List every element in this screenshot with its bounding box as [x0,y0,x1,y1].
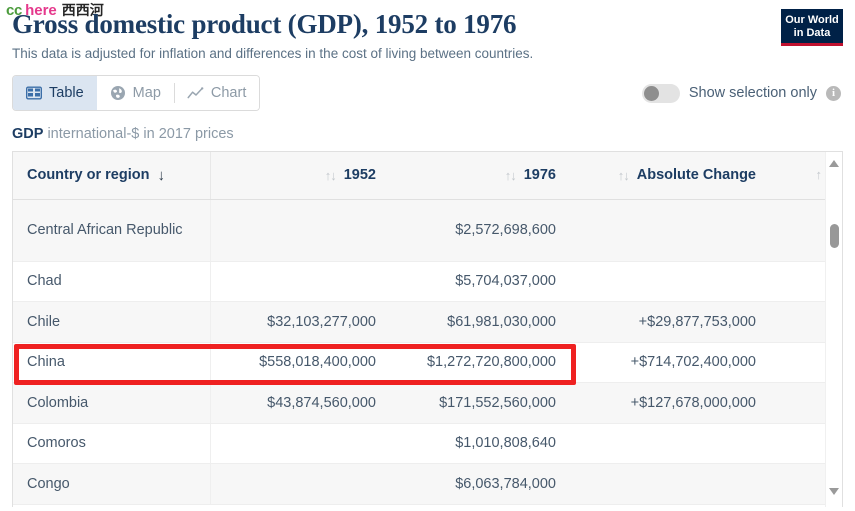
our-world-in-data-logo[interactable]: Our World in Data [781,9,843,46]
cell-1952 [210,261,390,302]
column-header-1952-label: 1952 [343,167,376,183]
sort-both-icon: ↑↓ [324,167,337,183]
cell-1976: $1,272,720,800,000 [390,342,570,383]
table-row-china[interactable]: China $558,018,400,000 $1,272,720,800,00… [13,342,842,383]
table-row[interactable]: Chile $32,103,277,000 $61,981,030,000 +$… [13,301,842,343]
unit-caption: GDP international-$ in 2017 prices [12,125,843,143]
column-header-country[interactable]: Country or region ↓ [13,152,211,200]
column-header-1952[interactable]: ↑↓ 1952 [210,152,390,200]
table-row[interactable]: Comoros $1,010,808,640 [13,423,842,464]
cell-1952: $558,018,400,000 [210,342,390,383]
table-header: Country or region ↓ ↑↓ 1952 ↑↓ 1976 ↑↓ A… [13,152,842,200]
cell-1952 [210,463,390,505]
column-header-country-label: Country or region [27,167,150,184]
toggle-knob [643,85,659,101]
watermark-cc: cc [6,2,23,19]
table-header-row: Country or region ↓ ↑↓ 1952 ↑↓ 1976 ↑↓ A… [13,152,842,200]
column-header-absolute-change-label: Absolute Change [636,167,756,183]
table-body: Central African Republic $2,572,698,600 … [13,199,842,505]
cell-1952: $43,874,560,000 [210,382,390,424]
globe-icon [110,85,126,101]
cell-absolute-change [570,261,770,302]
page-subtitle: This data is adjusted for inflation and … [12,46,534,61]
table-icon [26,85,42,101]
sort-desc-icon: ↓ [157,166,165,184]
cell-absolute-change [570,463,770,505]
cell-absolute-change: +$127,678,000,000 [570,382,770,424]
cell-1952 [210,423,390,464]
owid-grapher-page: cc here 西西河 Our World in Data Gross domest… [0,0,855,507]
watermark-cn: 西西河 [61,2,104,18]
sort-both-icon: ↑↓ [504,167,517,183]
tab-table[interactable]: Table [13,76,97,110]
tab-map[interactable]: Map [96,76,174,110]
watermark-here: here [25,2,57,19]
cell-1976: $5,704,037,000 [390,261,570,302]
cell-1976: $61,981,030,000 [390,301,570,343]
column-header-absolute-change[interactable]: ↑↓ Absolute Change [570,152,770,200]
logo-line-1: Our World [785,14,839,26]
watermark: cc here 西西河 [6,1,104,20]
scroll-down-arrow-icon[interactable] [826,483,842,499]
sort-both-icon: ↑↓ [617,167,630,183]
cell-absolute-change [570,199,770,262]
cell-1952 [210,199,390,262]
unit-text: international-$ in 2017 prices [47,126,234,142]
show-selection-only-toggle[interactable] [641,83,680,103]
table-vertical-scrollbar[interactable] [825,152,842,507]
cell-absolute-change: +$29,877,753,000 [570,301,770,343]
tab-chart-label: Chart [210,85,247,101]
cell-1976: $6,063,784,000 [390,463,570,505]
column-header-1976[interactable]: ↑↓ 1976 [390,152,570,200]
cell-country: Chad [13,261,211,302]
cell-country: Congo [13,463,211,505]
cell-1976: $1,010,808,640 [390,423,570,464]
tab-chart[interactable]: Chart [173,76,260,110]
scroll-up-arrow-icon[interactable] [826,155,842,171]
scrollbar-thumb[interactable] [830,224,839,248]
data-table: Country or region ↓ ↑↓ 1952 ↑↓ 1976 ↑↓ A… [13,152,842,505]
cell-country: Colombia [13,382,211,424]
info-icon[interactable]: i [826,85,841,101]
tab-map-label: Map [132,85,161,101]
cell-country: Central African Republic [13,199,211,262]
cell-absolute-change [570,423,770,464]
show-selection-only-control: Show selection only i [641,83,843,103]
data-table-container: Country or region ↓ ↑↓ 1952 ↑↓ 1976 ↑↓ A… [12,151,843,507]
controls-row: Table Map Chart Show selection only i [12,75,843,111]
cell-absolute-change: +$714,702,400,000 [570,342,770,383]
logo-line-2: in Data [793,26,831,39]
column-header-1976-label: 1976 [523,167,556,183]
page-title: Gross domestic product (GDP), 1952 to 19… [12,9,517,39]
cell-1976: $171,552,560,000 [390,382,570,424]
sort-both-icon: ↑ [815,167,822,183]
table-row[interactable]: Central African Republic $2,572,698,600 [13,199,842,262]
cell-country: China [13,342,211,383]
table-row[interactable]: Congo $6,063,784,000 [13,463,842,505]
cell-country: Chile [13,301,211,343]
tab-table-label: Table [49,85,84,101]
table-row[interactable]: Colombia $43,874,560,000 $171,552,560,00… [13,382,842,424]
cell-1976: $2,572,698,600 [390,199,570,262]
table-row[interactable]: Chad $5,704,037,000 [13,261,842,302]
cell-country: Comoros [13,423,211,464]
show-selection-only-label: Show selection only [688,85,817,101]
unit-metric: GDP [12,126,44,142]
line-chart-icon [187,85,204,101]
view-tabs: Table Map Chart [12,75,261,111]
cell-1952: $32,103,277,000 [210,301,390,343]
